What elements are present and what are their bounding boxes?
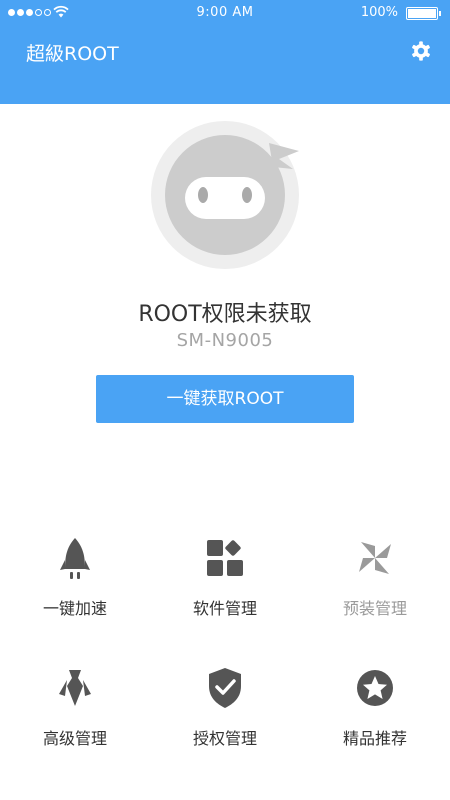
feature-software-management[interactable]: 软件管理 <box>150 520 300 630</box>
ninja-avatar <box>151 121 299 269</box>
feature-authorization-management[interactable]: 授权管理 <box>150 650 300 760</box>
settings-gear-icon[interactable] <box>410 40 432 62</box>
ninja-icon <box>165 135 299 255</box>
apps-grid-icon <box>207 540 243 576</box>
feature-label: 高级管理 <box>42 729 107 748</box>
get-root-button[interactable]: 一键获取ROOT <box>96 375 354 423</box>
root-status-title: ROOT权限未获取 <box>138 302 312 327</box>
device-model: SM-N9005 <box>176 330 274 351</box>
feature-label: 软件管理 <box>192 599 257 618</box>
feature-label: 预装管理 <box>342 599 407 618</box>
status-bar: 9:00 AM 100% <box>0 0 450 26</box>
nav-bar: 超級ROOT <box>0 26 450 78</box>
feature-label: 授权管理 <box>192 729 257 748</box>
battery-percentage: 100% <box>360 5 398 20</box>
shield-check-icon <box>209 668 241 708</box>
top-app-bar: 9:00 AM 100% 超級ROOT <box>0 0 450 104</box>
feature-label: 精品推荐 <box>342 729 407 748</box>
star-circle-icon <box>357 670 393 706</box>
feature-featured-recommendations[interactable]: 精品推荐 <box>300 650 450 760</box>
feature-preinstalled-management[interactable]: 预装管理 <box>300 520 450 630</box>
app-title: 超級ROOT <box>26 43 119 65</box>
feature-one-click-speedup[interactable]: 一键加速 <box>0 520 150 630</box>
rocket-icon <box>60 538 90 579</box>
feature-advanced-management[interactable]: 高级管理 <box>0 650 150 760</box>
battery-icon <box>406 7 441 20</box>
tie-shirt-icon <box>59 670 91 706</box>
feature-label: 一键加速 <box>42 599 107 618</box>
pinwheel-icon <box>359 542 391 574</box>
